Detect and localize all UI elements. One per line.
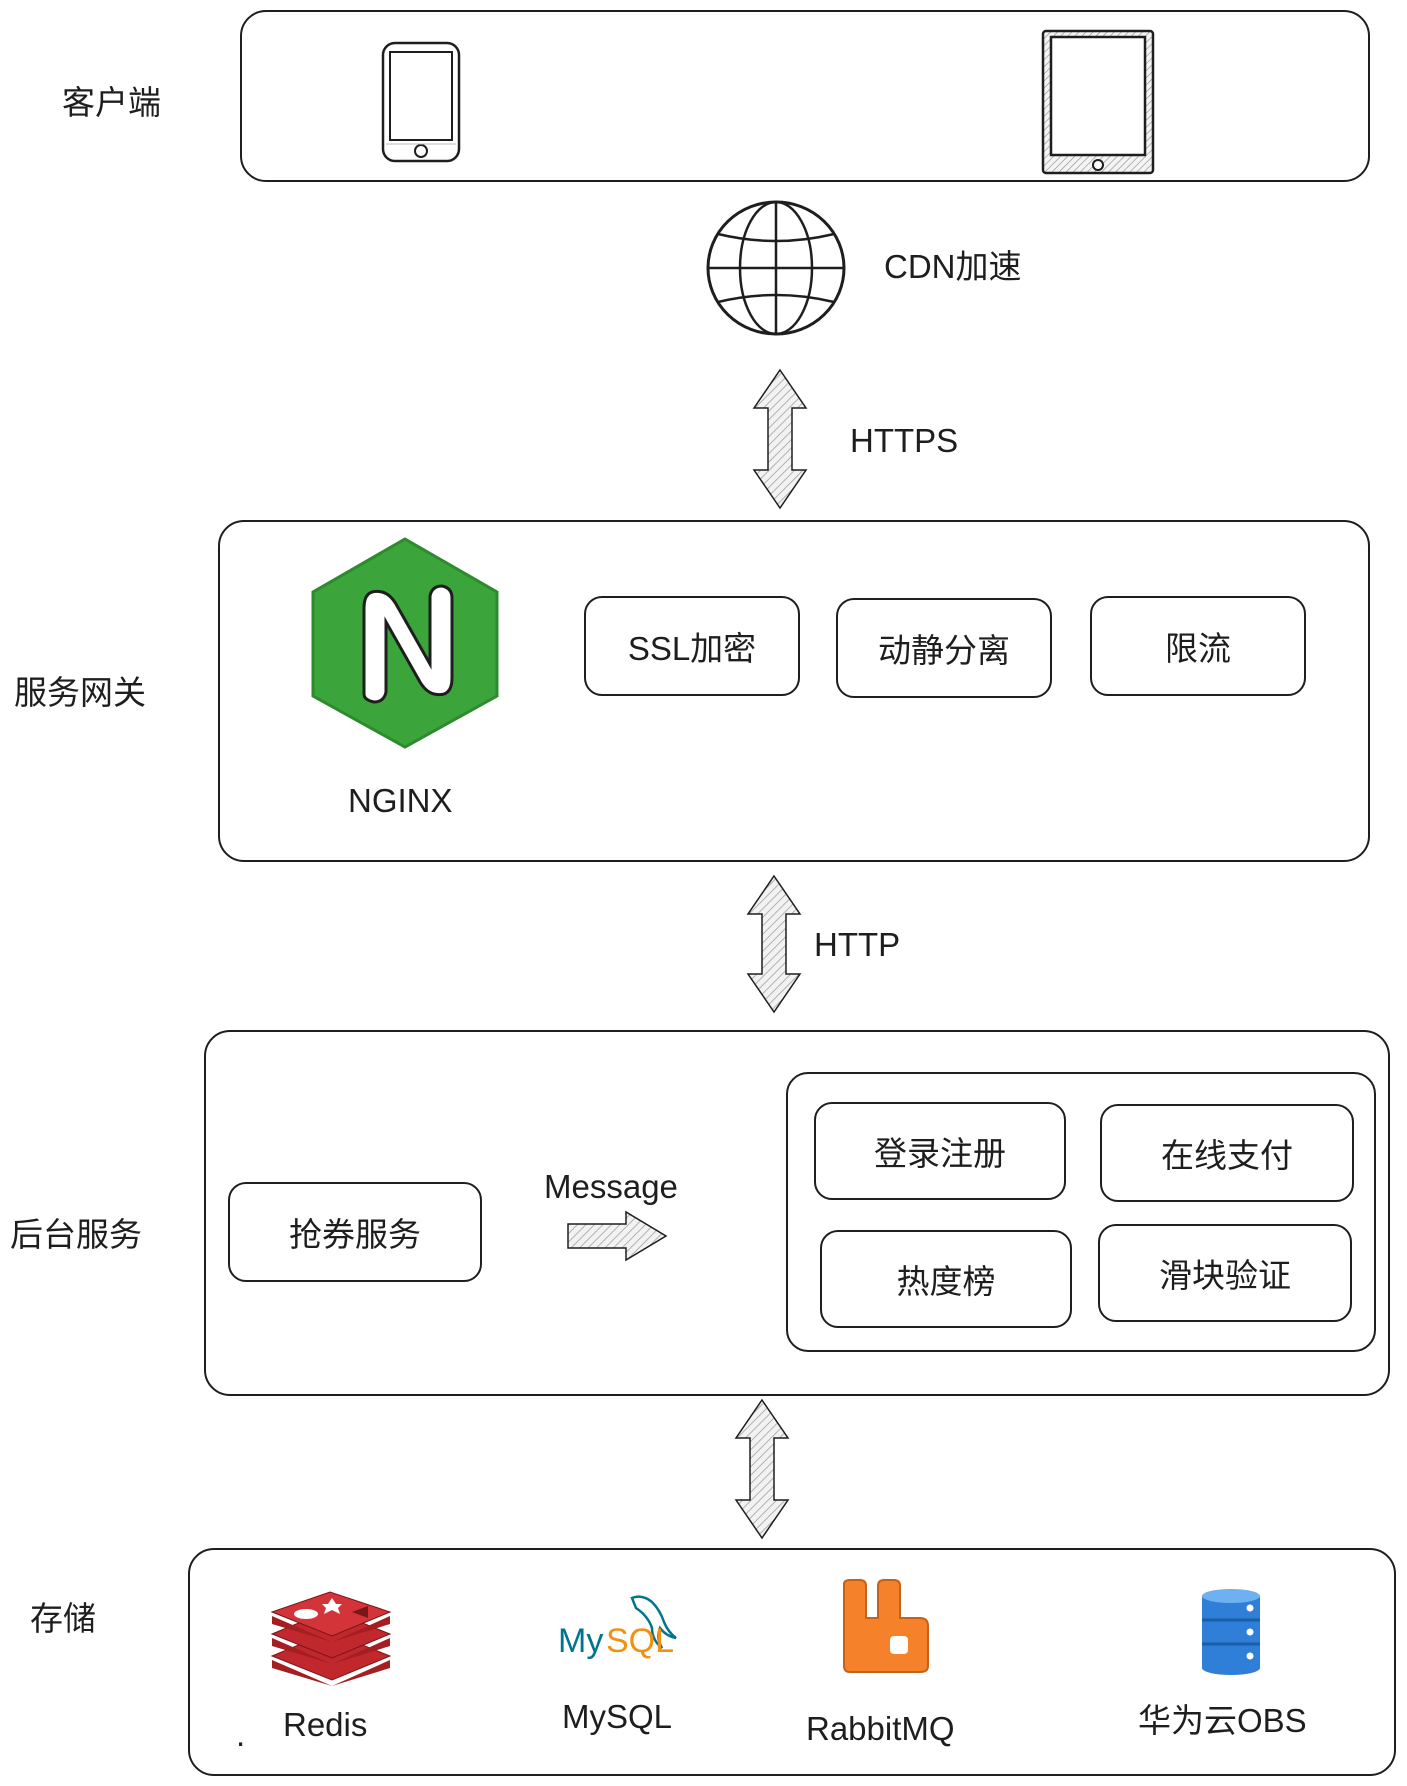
- globe-icon: [706, 200, 846, 336]
- service-login: 登录注册: [814, 1102, 1066, 1200]
- mysql-logo-my: My: [558, 1622, 603, 1660]
- storage-rabbitmq-label: RabbitMQ: [806, 1710, 955, 1747]
- feature-rate-limit: 限流: [1090, 596, 1306, 696]
- redis-logo: [270, 1591, 392, 1686]
- service-payment: 在线支付: [1100, 1104, 1354, 1202]
- storage-mysql-label: MySQL: [562, 1698, 673, 1735]
- http-label: HTTP: [814, 926, 901, 963]
- feature-static-dynamic: 动静分离: [836, 598, 1052, 698]
- coupon-service: 抢券服务: [228, 1182, 482, 1282]
- layer-label-client: 客户端: [62, 84, 161, 121]
- nginx-logo: [311, 537, 499, 749]
- message-arrow: [567, 1210, 668, 1262]
- rabbitmq-logo: [843, 1579, 929, 1673]
- nginx-label: NGINX: [348, 782, 453, 819]
- layer-label-gateway: 服务网关: [14, 674, 146, 711]
- mysql-logo-sql: SQL: [606, 1622, 674, 1660]
- storage-double-arrow: [734, 1398, 790, 1540]
- https-double-arrow: [752, 368, 808, 510]
- storage-dot: .: [236, 1716, 246, 1753]
- layer-label-storage: 存储: [30, 1600, 96, 1637]
- phone-icon: [381, 41, 461, 163]
- feature-ssl: SSL加密: [584, 596, 800, 696]
- tablet-icon: [1041, 29, 1155, 175]
- service-hot-list: 热度榜: [820, 1230, 1072, 1328]
- service-slider-captcha: 滑块验证: [1098, 1224, 1352, 1322]
- layer-label-backend: 后台服务: [10, 1216, 142, 1253]
- cdn-label: CDN加速: [884, 248, 1022, 285]
- message-label: Message: [544, 1168, 678, 1205]
- database-icon: [1202, 1589, 1260, 1675]
- https-label: HTTPS: [850, 422, 959, 459]
- storage-obs-label: 华为云OBS: [1138, 1702, 1307, 1739]
- storage-redis-label: Redis: [283, 1706, 368, 1743]
- http-double-arrow: [746, 874, 802, 1014]
- mysql-logo: My SQL: [558, 1595, 677, 1660]
